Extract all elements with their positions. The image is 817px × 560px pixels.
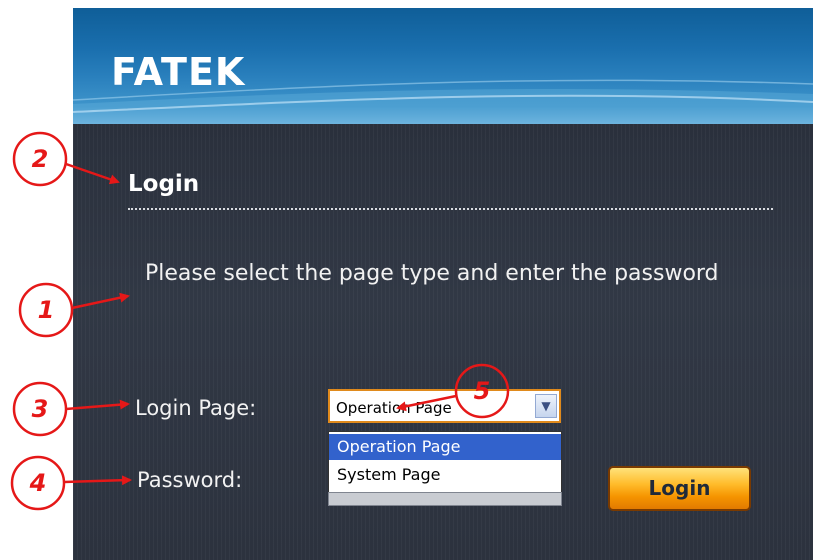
password-label: Password: (137, 468, 243, 492)
dropdown-option-operation-page[interactable]: Operation Page (329, 434, 561, 460)
password-field[interactable] (328, 492, 562, 506)
login-page-label: Login Page: (135, 396, 257, 420)
login-title: Login (128, 171, 200, 197)
login-page-select[interactable]: Operation Page ▼ (328, 389, 561, 423)
login-page-selected-value: Operation Page (336, 399, 452, 417)
header-banner: FATEK (73, 8, 813, 124)
fatek-login-panel: FATEK Login Please select the page type … (73, 8, 813, 560)
dropdown-option-system-page[interactable]: System Page (329, 462, 561, 488)
login-instructions: Please select the page type and enter th… (145, 261, 719, 286)
login-button[interactable]: Login (608, 466, 751, 511)
callout-number-5: 5 (473, 377, 491, 405)
callout-number-1: 1 (37, 296, 55, 324)
callout-number-3: 3 (31, 395, 49, 423)
callout-number-2: 2 (31, 145, 49, 173)
chevron-down-icon[interactable]: ▼ (535, 394, 557, 418)
fatek-logo-text: FATEK (111, 50, 246, 94)
title-divider (128, 208, 773, 210)
login-page-dropdown-list: Operation Page System Page (328, 431, 562, 493)
callout-number-4: 4 (29, 469, 47, 497)
